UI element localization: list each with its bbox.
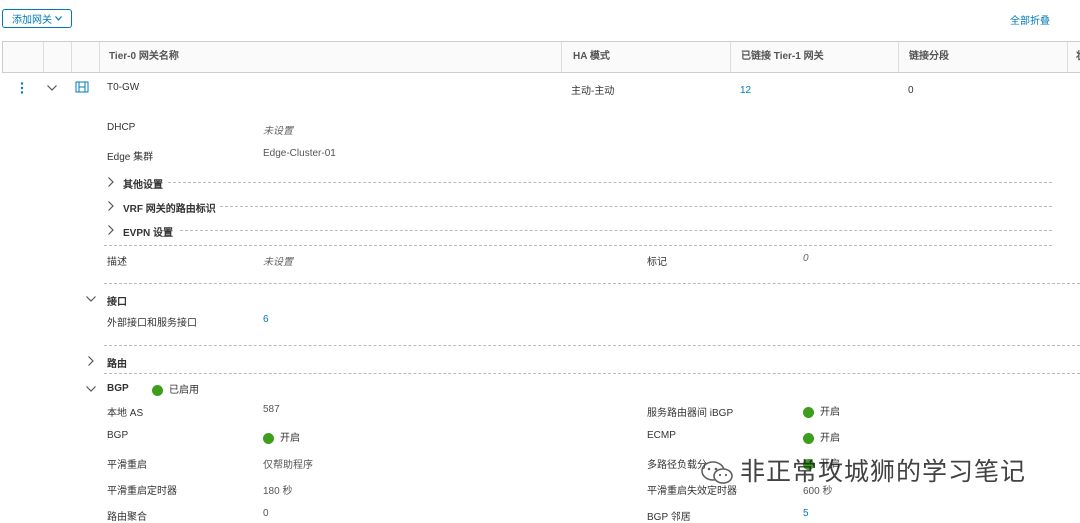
routing-title: 路由 bbox=[107, 359, 127, 370]
interfaces-count-link[interactable]: 6 bbox=[263, 314, 269, 325]
ecmp-value: 开启 bbox=[803, 429, 840, 444]
table-header: Tier-0 网关名称 HA 模式 已链接 Tier-1 网关 链接分段 状 bbox=[2, 41, 1080, 73]
bgp-status-badge: 已启用 bbox=[152, 381, 199, 396]
header-ha-mode[interactable]: HA 模式 bbox=[573, 42, 610, 72]
bgp-label: BGP bbox=[107, 430, 129, 441]
dhcp-label: DHCP bbox=[107, 122, 136, 133]
bgp-neighbors-link[interactable]: 5 bbox=[803, 508, 809, 519]
local-as-value: 587 bbox=[263, 404, 280, 415]
bgp-chevron-icon[interactable] bbox=[84, 382, 98, 396]
graceful-restart-label: 平滑重启 bbox=[107, 460, 147, 471]
evpn-chevron-icon[interactable] bbox=[104, 223, 118, 237]
gateway-name: T0-GW bbox=[107, 82, 140, 93]
local-as-label: 本地 AS bbox=[107, 408, 144, 419]
interfaces-chevron-icon[interactable] bbox=[84, 292, 98, 306]
bgp-value: 开启 bbox=[263, 429, 300, 444]
bgp-status-text: 已启用 bbox=[169, 385, 199, 396]
header-status[interactable]: 状 bbox=[1076, 42, 1080, 72]
graceful-restart-value: 仅帮助程序 bbox=[263, 460, 313, 471]
add-gateway-label: 添加网关 bbox=[12, 15, 52, 26]
collapse-all-link[interactable]: 全部折叠 bbox=[1010, 12, 1050, 27]
description-value: 未设置 bbox=[263, 257, 293, 268]
multipath-label: 多路径负载分 bbox=[647, 460, 707, 471]
header-tier1[interactable]: 已链接 Tier-1 网关 bbox=[741, 42, 824, 72]
header-name[interactable]: Tier-0 网关名称 bbox=[109, 42, 179, 72]
tag-label: 标记 bbox=[647, 257, 667, 268]
ha-mode-value: 主动-主动 bbox=[571, 86, 615, 97]
evpn-label[interactable]: EVPN 设置 bbox=[123, 224, 173, 239]
add-gateway-button[interactable]: 添加网关 bbox=[2, 9, 72, 28]
interfaces-label: 外部接口和服务接口 bbox=[107, 318, 197, 329]
graceful-timer-label: 平滑重启定时器 bbox=[107, 486, 177, 497]
enabled-dot-icon bbox=[803, 432, 814, 444]
row-actions-icon[interactable] bbox=[15, 81, 29, 95]
bgp-title: BGP bbox=[107, 383, 129, 394]
graceful-timer-value: 180 秒 bbox=[263, 486, 293, 497]
interfaces-title: 接口 bbox=[107, 297, 127, 308]
watermark-text: 非正常攻城狮的学习笔记 bbox=[740, 458, 1027, 486]
dhcp-value: 未设置 bbox=[263, 126, 293, 137]
enabled-dot-icon bbox=[803, 406, 814, 418]
vrf-route-chevron-icon[interactable] bbox=[104, 199, 118, 213]
chevron-down-icon bbox=[55, 16, 62, 21]
routing-chevron-icon[interactable] bbox=[84, 354, 98, 368]
ibgp-label: 服务路由器间 iBGP bbox=[647, 408, 734, 419]
enabled-dot-icon bbox=[152, 384, 163, 396]
description-label: 描述 bbox=[107, 257, 127, 268]
watermark: 非正常攻城狮的学习笔记 bbox=[700, 452, 1026, 488]
other-settings-chevron-icon[interactable] bbox=[104, 175, 118, 189]
row-expand-chevron-icon[interactable] bbox=[45, 81, 59, 95]
ecmp-label: ECMP bbox=[647, 430, 676, 441]
edge-cluster-label: Edge 集群 bbox=[107, 152, 154, 163]
gateway-topology-icon[interactable] bbox=[75, 80, 89, 94]
other-settings-label[interactable]: 其他设置 bbox=[123, 176, 163, 191]
vrf-route-label[interactable]: VRF 网关的路由标识 bbox=[123, 200, 216, 215]
tag-value: 0 bbox=[803, 253, 809, 264]
edge-cluster-value: Edge-Cluster-01 bbox=[263, 148, 336, 159]
enabled-dot-icon bbox=[263, 432, 274, 444]
tier1-count-link[interactable]: 12 bbox=[740, 85, 751, 96]
wechat-icon bbox=[701, 461, 733, 485]
route-aggregation-value: 0 bbox=[263, 508, 269, 519]
header-segments[interactable]: 链接分段 bbox=[909, 42, 949, 72]
ibgp-value: 开启 bbox=[803, 403, 840, 418]
segments-value: 0 bbox=[908, 85, 914, 96]
